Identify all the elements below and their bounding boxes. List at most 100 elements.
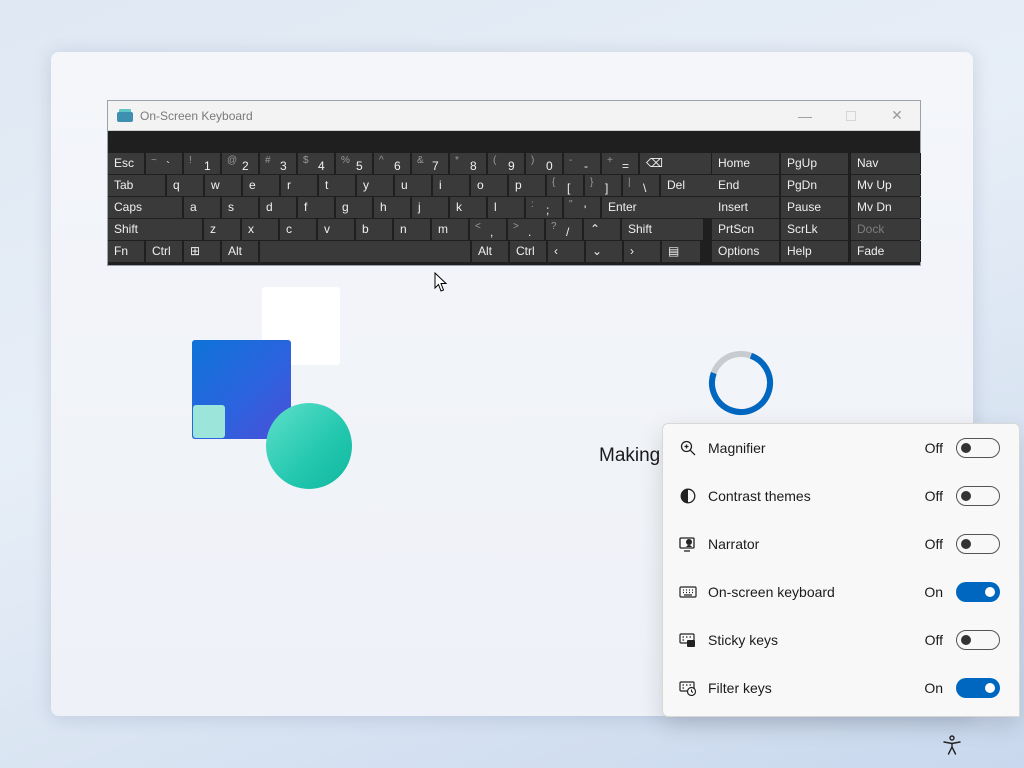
osk-key[interactable]: f [298, 197, 335, 218]
osk-key[interactable]: x [242, 219, 279, 240]
osk-key[interactable]: ‹ [548, 241, 585, 262]
osk-key[interactable]: $4 [298, 153, 335, 174]
maximize-icon[interactable] [828, 101, 874, 131]
osk-key[interactable]: + = [602, 153, 639, 174]
a11y-toggle[interactable] [956, 486, 1000, 506]
osk-key[interactable]: @2 [222, 153, 259, 174]
accessibility-icon[interactable] [941, 734, 963, 756]
osk-key[interactable]: c [280, 219, 317, 240]
osk-nav-key[interactable]: Mv Up [851, 175, 921, 196]
minimize-icon[interactable]: — [782, 101, 828, 131]
osk-key-label: 0 [546, 159, 553, 173]
osk-key[interactable]: Alt [222, 241, 259, 262]
osk-key[interactable]: <, [470, 219, 507, 240]
osk-key[interactable]: | \ [623, 175, 660, 196]
a11y-toggle[interactable] [956, 582, 1000, 602]
a11y-item-magnifier[interactable]: Magnifier Off [663, 424, 1019, 472]
osk-key[interactable]: m [432, 219, 469, 240]
osk-key[interactable]: & 7 [412, 153, 449, 174]
osk-nav-key[interactable]: Pause [781, 197, 849, 218]
osk-nav-key[interactable]: PgDn [781, 175, 849, 196]
osk-key[interactable]: Del [661, 175, 717, 196]
osk-key[interactable]: h [374, 197, 411, 218]
osk-key[interactable]: ) 0 [526, 153, 563, 174]
osk-key[interactable]: s [222, 197, 259, 218]
osk-key[interactable]: e [243, 175, 280, 196]
osk-key[interactable]: {[ [547, 175, 584, 196]
osk-key[interactable]: }] [585, 175, 622, 196]
osk-nav-key[interactable]: Home [712, 153, 780, 174]
osk-key[interactable]: w [205, 175, 242, 196]
osk-key[interactable]: ⊞ [184, 241, 221, 262]
a11y-toggle[interactable] [956, 630, 1000, 650]
osk-nav-key[interactable]: Insert [712, 197, 780, 218]
osk-key[interactable]: Ctrl [146, 241, 183, 262]
a11y-item-sticky-keys[interactable]: Sticky keys Off [663, 616, 1019, 664]
osk-key[interactable]: #3 [260, 153, 297, 174]
osk-key[interactable]: t [319, 175, 356, 196]
osk-nav-key[interactable]: PgUp [781, 153, 849, 174]
a11y-item-narrator[interactable]: Narrator Off [663, 520, 1019, 568]
osk-key[interactable]: i [433, 175, 470, 196]
a11y-item-on-screen-keyboard[interactable]: On-screen keyboard On [663, 568, 1019, 616]
osk-key[interactable]: % 5 [336, 153, 373, 174]
osk-key[interactable]: d [260, 197, 297, 218]
osk-key[interactable]: -- [564, 153, 601, 174]
a11y-toggle[interactable] [956, 438, 1000, 458]
osk-key[interactable]: ! 1 [184, 153, 221, 174]
osk-key[interactable]: ⌫ [640, 153, 712, 174]
osk-nav-key[interactable]: Dock [851, 219, 921, 240]
close-icon[interactable]: ✕ [874, 101, 920, 131]
osk-key[interactable]: n [394, 219, 431, 240]
osk-key[interactable]: Caps [108, 197, 183, 218]
a11y-item-contrast-themes[interactable]: Contrast themes Off [663, 472, 1019, 520]
osk-nav-key[interactable]: Options [712, 241, 780, 262]
osk-nav-key[interactable]: Help [781, 241, 849, 262]
osk-key[interactable]: Shift [108, 219, 203, 240]
osk-nav-key[interactable]: ScrLk [781, 219, 849, 240]
osk-key[interactable]: ⌄ [586, 241, 623, 262]
osk-nav-key[interactable]: PrtScn [712, 219, 780, 240]
osk-key[interactable]: Enter [602, 197, 721, 218]
osk-key[interactable]: ^ 6 [374, 153, 411, 174]
a11y-toggle[interactable] [956, 678, 1000, 698]
osk-key[interactable]: o [471, 175, 508, 196]
osk-key[interactable]: >. [508, 219, 545, 240]
osk-key[interactable]: ⌃ [584, 219, 621, 240]
osk-key[interactable]: q [167, 175, 204, 196]
osk-key[interactable]: g [336, 197, 373, 218]
osk-key[interactable]: y [357, 175, 394, 196]
osk-key[interactable]: z [204, 219, 241, 240]
osk-key[interactable]: ~ ` [146, 153, 183, 174]
osk-key[interactable]: u [395, 175, 432, 196]
osk-key[interactable]: j [412, 197, 449, 218]
osk-key[interactable]: Ctrl [510, 241, 547, 262]
osk-nav-key[interactable]: Fade [851, 241, 921, 262]
osk-key[interactable]: p [509, 175, 546, 196]
osk-key[interactable]: v [318, 219, 355, 240]
osk-key[interactable]: " ' [564, 197, 601, 218]
osk-key[interactable]: ? / [546, 219, 583, 240]
osk-key[interactable]: l [488, 197, 525, 218]
osk-nav-key[interactable]: Nav [851, 153, 921, 174]
osk-nav-key[interactable]: End [712, 175, 780, 196]
osk-titlebar[interactable]: On-Screen Keyboard — ✕ [108, 101, 920, 131]
osk-key[interactable]: Shift [622, 219, 704, 240]
osk-key[interactable]: Fn [108, 241, 145, 262]
osk-key[interactable]: Alt [472, 241, 509, 262]
osk-key[interactable]: Tab [108, 175, 166, 196]
osk-key[interactable]: › [624, 241, 661, 262]
osk-key[interactable]: a [184, 197, 221, 218]
osk-key[interactable]: r [281, 175, 318, 196]
osk-key[interactable]: :; [526, 197, 563, 218]
osk-key[interactable]: k [450, 197, 487, 218]
osk-key[interactable]: (9 [488, 153, 525, 174]
osk-key[interactable]: * 8 [450, 153, 487, 174]
a11y-item-filter-keys[interactable]: Filter keys On [663, 664, 1019, 712]
osk-key[interactable]: ▤ [662, 241, 701, 262]
osk-key[interactable]: Esc [108, 153, 145, 174]
a11y-toggle[interactable] [956, 534, 1000, 554]
osk-key[interactable]: b [356, 219, 393, 240]
osk-key[interactable] [260, 241, 471, 262]
osk-nav-key[interactable]: Mv Dn [851, 197, 921, 218]
